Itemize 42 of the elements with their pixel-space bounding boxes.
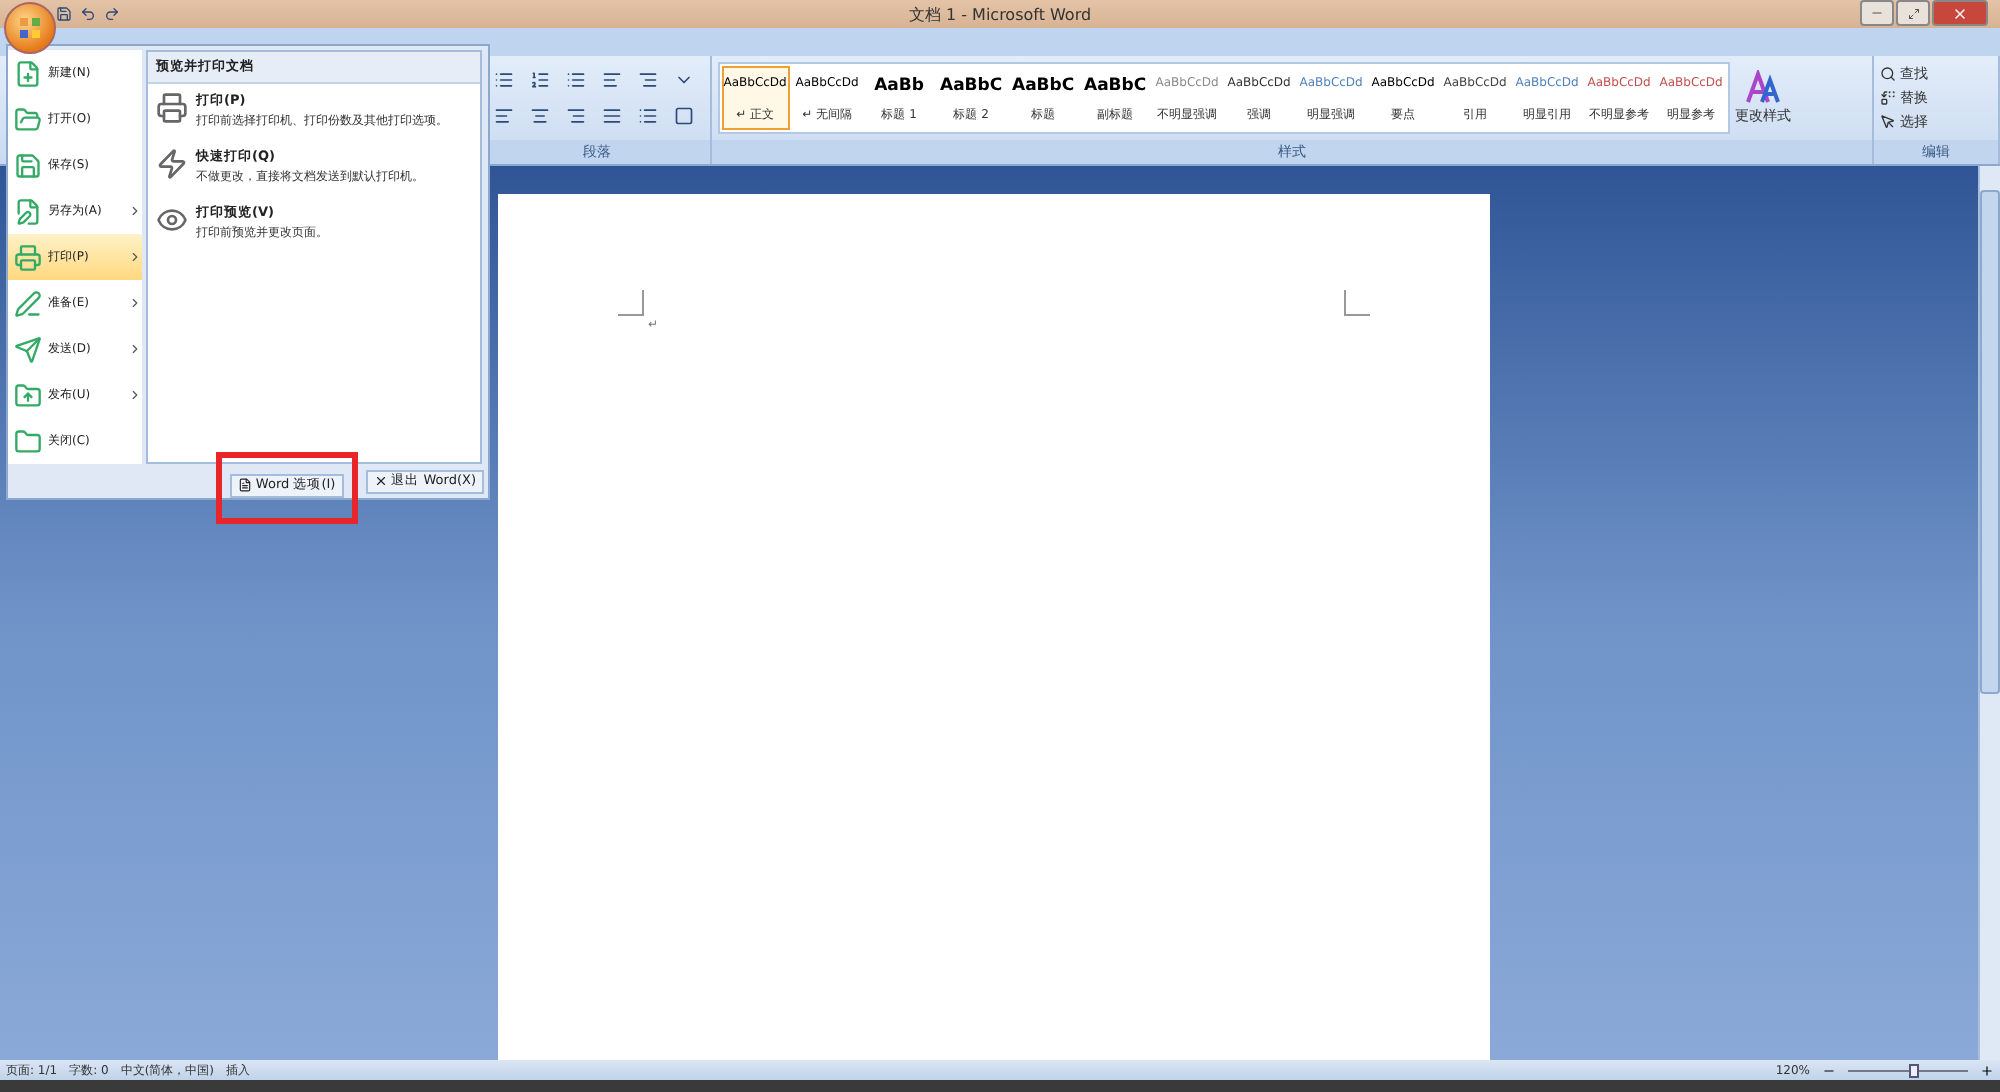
close-icon [373,474,388,488]
paragraph-tool-icon[interactable] [634,68,662,92]
printer-icon [156,92,188,124]
save-icon [14,151,42,179]
folder-icon [14,381,42,409]
save-as-icon [14,197,42,225]
style-sample: AaBbC [939,76,1003,96]
minimize-button[interactable] [1860,0,1894,26]
zoom-in-icon[interactable] [1980,1063,1994,1077]
paragraph-tool-icon[interactable] [598,68,626,92]
pointer-icon [1880,114,1897,130]
style-sample: AaBbC [1083,76,1147,96]
margin-corner [1344,290,1370,316]
window-title: 文档 1 - Microsoft Word [908,3,1092,25]
style-sample: AaBbC [1011,76,1075,96]
paragraph-tool-icon[interactable] [598,104,626,128]
margin-corner [618,290,644,316]
printer-icon [14,243,42,271]
close-icon [1952,5,1968,21]
minimize-icon [1870,6,1884,20]
folder-icon [14,427,42,455]
paragraph-tool-icon[interactable] [490,104,518,128]
vertical-scrollbar[interactable] [1978,166,2000,1060]
styles-letters-icon [1743,70,1784,106]
search-icon [1880,66,1897,82]
undo-icon[interactable] [80,5,96,21]
maximize-button[interactable] [1896,0,1930,26]
redo-icon[interactable] [104,5,120,21]
replace-icon [1880,90,1897,106]
paragraph-tool-icon[interactable] [526,68,554,92]
paragraph-tool-icon[interactable] [562,104,590,128]
office-logo [18,16,42,40]
new-document-icon [14,59,42,87]
folder-icon [14,105,42,133]
save-icon[interactable] [56,5,72,21]
paragraph-tool-icon[interactable] [670,104,698,128]
slider-thumb[interactable] [1909,1063,1919,1077]
document-icon [237,478,252,492]
send-icon [14,335,42,363]
paragraph-tool-icon[interactable] [526,104,554,128]
pen-icon [14,289,42,317]
style-sample: AaBb [874,76,924,96]
